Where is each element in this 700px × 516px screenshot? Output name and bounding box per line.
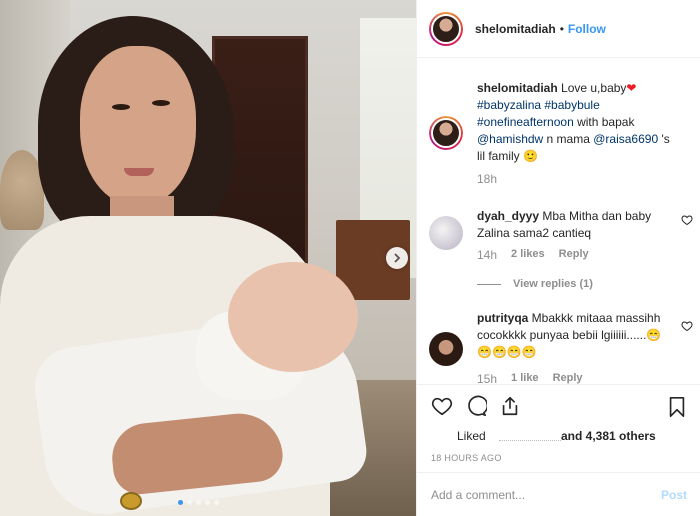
- comment-input[interactable]: [431, 487, 641, 502]
- gold-ring: [120, 492, 142, 510]
- likes-count[interactable]: and 4,381 others: [561, 429, 656, 443]
- woman-mouth: [124, 168, 154, 176]
- comment-time[interactable]: 15h: [477, 372, 497, 384]
- comment-username[interactable]: dyah_dyyy: [477, 209, 539, 223]
- woman-eye: [152, 100, 170, 106]
- post-header: shelomitadiah • Follow: [417, 0, 700, 58]
- comment-row: putrityqa Mbakkk mitaaa massihh cocokkkk…: [429, 310, 693, 370]
- likes-summary: Liked and 4,381 others: [431, 429, 691, 445]
- heart-icon[interactable]: [681, 214, 693, 226]
- post-timestamp[interactable]: 18 HOURS AGO: [431, 453, 502, 463]
- liked-by-user[interactable]: [499, 440, 561, 441]
- caption-meta: 18h: [477, 172, 497, 186]
- carousel-dot: [178, 500, 183, 505]
- comment-meta: 14h 2 likes Reply: [477, 248, 589, 262]
- comment-likes[interactable]: 1 like: [511, 372, 539, 384]
- comment-time[interactable]: 14h: [477, 248, 497, 262]
- mention-link[interactable]: @raisa6690: [593, 132, 658, 146]
- chevron-right-icon: [394, 253, 401, 263]
- carousel-dots: [178, 500, 219, 505]
- view-replies-label: View replies (1): [513, 278, 593, 290]
- carousel-next-button[interactable]: [386, 247, 408, 269]
- avatar[interactable]: [429, 11, 463, 46]
- avatar[interactable]: [429, 116, 463, 150]
- caption-text-mama: n mama: [543, 132, 594, 146]
- bookmark-icon[interactable]: [667, 396, 687, 418]
- caption-text-with: with bapak: [573, 115, 635, 129]
- comment-text: dyah_dyyy Mba Mitha dan baby Zalina sama…: [477, 208, 673, 242]
- post-comment-button[interactable]: Post: [661, 488, 687, 502]
- heart-icon[interactable]: [681, 320, 693, 332]
- reply-button[interactable]: Reply: [559, 248, 589, 262]
- follow-button[interactable]: Follow: [568, 22, 606, 36]
- header-separator: •: [559, 21, 564, 36]
- caption-time[interactable]: 18h: [477, 172, 497, 186]
- post-actions: Liked and 4,381 others 18 HOURS AGO: [417, 384, 700, 463]
- view-replies-button[interactable]: View replies (1): [477, 278, 593, 290]
- post-side-panel: shelomitadiah • Follow shelomitadiah Lov…: [416, 0, 700, 516]
- comment-likes[interactable]: 2 likes: [511, 248, 545, 262]
- comments-list[interactable]: shelomitadiah Love u,baby❤ #babyzalina #…: [417, 60, 700, 384]
- action-icons: [417, 385, 700, 427]
- reply-button[interactable]: Reply: [553, 372, 583, 384]
- caption-username[interactable]: shelomitadiah: [477, 81, 558, 95]
- share-icon[interactable]: [499, 395, 521, 417]
- caption-text: shelomitadiah Love u,baby❤ #babyzalina #…: [477, 80, 673, 165]
- comment-username[interactable]: putrityqa: [477, 311, 528, 325]
- carousel-dot: [196, 500, 201, 505]
- mention-link[interactable]: @hamishdw: [477, 132, 543, 146]
- carousel-dot: [187, 500, 192, 505]
- woman-face: [80, 46, 196, 206]
- comment-text: putrityqa Mbakkk mitaaa massihh cocokkkk…: [477, 310, 673, 361]
- post-photo[interactable]: [0, 0, 416, 516]
- carousel-dot: [214, 500, 219, 505]
- caption-line: Love u,baby: [561, 81, 627, 95]
- heart-emoji: ❤: [626, 81, 637, 95]
- woman-eye: [112, 104, 130, 110]
- baby-head: [228, 262, 358, 372]
- header-username[interactable]: shelomitadiah: [475, 22, 556, 36]
- avatar[interactable]: [429, 216, 463, 250]
- carousel-dot: [205, 500, 210, 505]
- comment-meta: 15h 1 like Reply: [477, 372, 583, 384]
- comment-form: Post: [417, 472, 700, 516]
- divider: [477, 283, 501, 285]
- caption-row: shelomitadiah Love u,baby❤ #babyzalina #…: [429, 80, 693, 180]
- liked-label: Liked: [457, 429, 486, 443]
- comment-icon[interactable]: [465, 395, 487, 417]
- avatar[interactable]: [429, 332, 463, 366]
- heart-icon[interactable]: [431, 395, 453, 417]
- comment-row: dyah_dyyy Mba Mitha dan baby Zalina sama…: [429, 204, 693, 250]
